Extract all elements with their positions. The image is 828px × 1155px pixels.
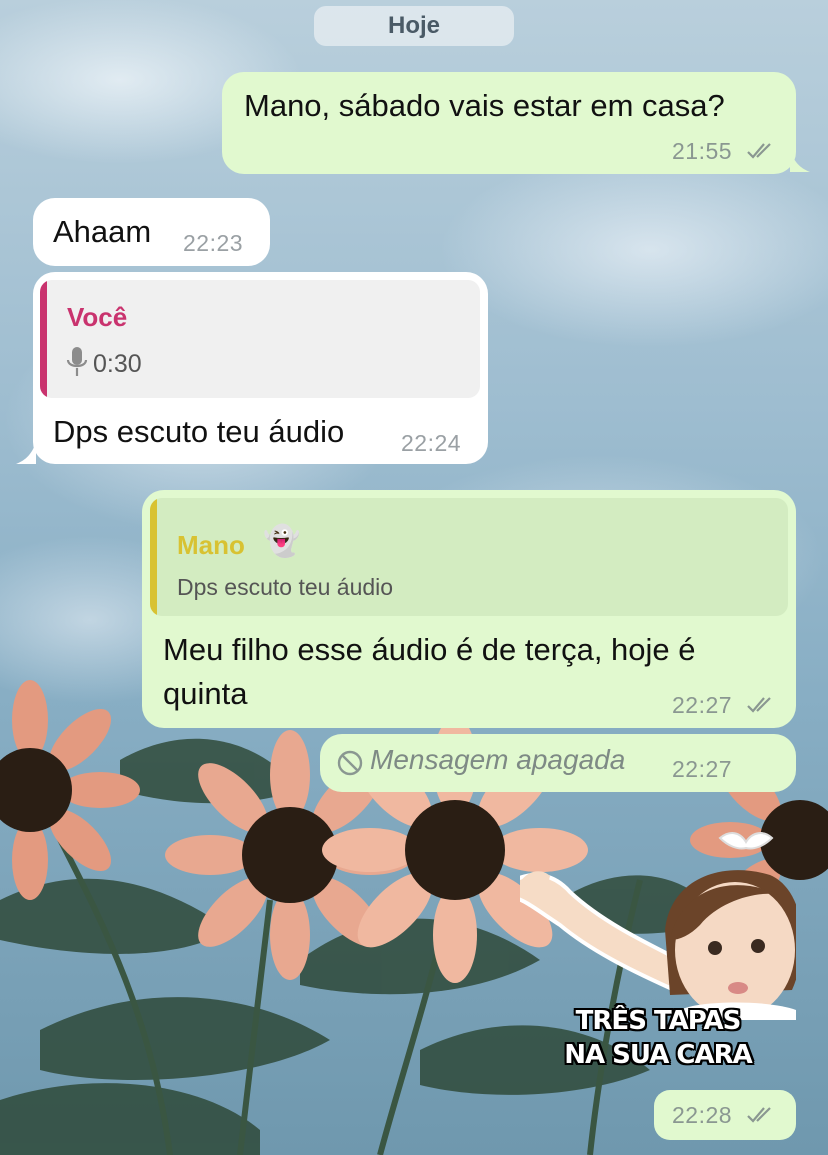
quote-accent-bar: [40, 280, 47, 398]
sticker[interactable]: TRÊS TAPAS NA SUA CARA: [520, 820, 796, 1080]
double-check-icon: [747, 143, 771, 159]
quote-accent-bar: [150, 498, 157, 616]
message-text: Dps escuto teu áudio: [53, 414, 345, 449]
microphone-icon: [66, 347, 88, 376]
deleted-message-icon: [337, 750, 363, 776]
message-time: 22:27: [672, 692, 733, 718]
quote-text: Dps escuto teu áudio: [177, 574, 394, 600]
deleted-message-text: Mensagem apagada: [370, 744, 626, 775]
deleted-message[interactable]: Mensagem apagada 22:27: [320, 734, 796, 792]
bubble-tail: [790, 150, 810, 172]
outgoing-message[interactable]: Mano, sábado vais estar em casa? 21:55: [222, 72, 796, 174]
bubble-tail: [16, 442, 36, 464]
message-time: 22:23: [183, 230, 244, 256]
message-text-line2: quinta: [163, 676, 248, 711]
message-time: 22:28: [672, 1102, 733, 1128]
double-check-icon: [747, 697, 771, 713]
quote-sender: Você: [67, 302, 128, 332]
double-check-icon: [747, 1107, 771, 1123]
message-text: Mano, sábado vais estar em casa?: [244, 88, 725, 123]
message-text-line1: Meu filho esse áudio é de terça, hoje é: [163, 632, 696, 667]
incoming-message[interactable]: Ahaam 22:23: [33, 198, 270, 266]
sticker-time-pill: 22:28: [654, 1090, 796, 1140]
ghost-emoji: 👻: [263, 525, 301, 558]
outgoing-reply-message[interactable]: Mano 👻 Dps escuto teu áudio Meu filho es…: [142, 490, 796, 728]
message-time: 22:27: [672, 756, 733, 782]
quote-sender: Mano: [177, 530, 245, 560]
incoming-reply-message[interactable]: Você 0:30 Dps escuto teu áudio 22:24: [33, 272, 488, 464]
quoted-message[interactable]: Você 0:30: [40, 280, 480, 398]
message-time: 22:24: [401, 430, 462, 456]
date-separator: Hoje: [314, 6, 514, 46]
quote-audio-duration: 0:30: [93, 350, 142, 378]
message-time: 21:55: [672, 138, 733, 164]
date-label: Hoje: [387, 12, 440, 39]
sticker-caption-line2: NA SUA CARA: [564, 1040, 753, 1070]
quoted-message[interactable]: Mano 👻 Dps escuto teu áudio: [150, 498, 788, 616]
message-text: Ahaam: [53, 214, 152, 249]
sticker-caption-line1: TRÊS TAPAS: [575, 1006, 742, 1036]
